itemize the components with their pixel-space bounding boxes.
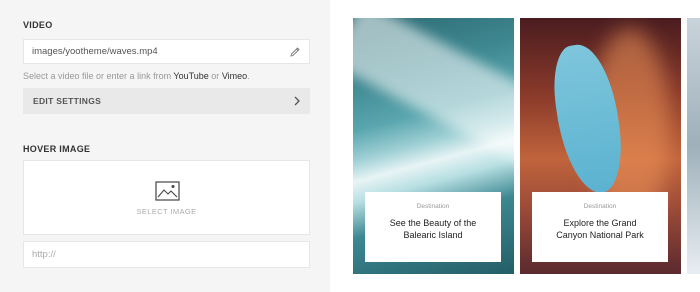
card-caption: Destination See the Beauty of the Balear… (365, 192, 501, 262)
card-canyon[interactable]: Destination Explore the Grand Canyon Nat… (520, 18, 681, 274)
card-title: Explore the Grand Canyon National Park (556, 218, 644, 240)
help-or: or (208, 71, 222, 81)
card-mountains-partial[interactable] (687, 18, 700, 274)
card-waves[interactable]: Destination See the Beauty of the Balear… (353, 18, 514, 274)
hover-image-url-input[interactable]: http:// (23, 241, 310, 268)
select-image-label: SELECT IMAGE (136, 207, 197, 216)
help-suffix: . (247, 71, 250, 81)
card-meta: Destination (583, 203, 617, 210)
preview-area: Destination See the Beauty of the Balear… (330, 0, 700, 292)
video-section-title: VIDEO (23, 20, 53, 30)
url-placeholder: http:// (32, 249, 56, 260)
image-icon (155, 181, 180, 201)
vimeo-link[interactable]: Vimeo (222, 71, 247, 81)
pencil-icon[interactable] (289, 46, 301, 58)
card-title: See the Beauty of the Balearic Island (389, 218, 477, 240)
video-help-text: Select a video file or enter a link from… (23, 71, 250, 81)
youtube-link[interactable]: YouTube (173, 71, 208, 81)
card-meta: Destination (416, 203, 450, 210)
settings-panel: VIDEO images/yootheme/waves.mp4 Select a… (0, 0, 330, 292)
edit-settings-label: EDIT SETTINGS (33, 96, 102, 106)
hover-image-dropzone[interactable]: SELECT IMAGE (23, 160, 310, 235)
hover-image-section-title: HOVER IMAGE (23, 144, 91, 154)
edit-settings-button[interactable]: EDIT SETTINGS (23, 88, 310, 114)
video-file-value: images/yootheme/waves.mp4 (32, 46, 158, 57)
video-file-input[interactable]: images/yootheme/waves.mp4 (23, 39, 310, 64)
card-caption: Destination Explore the Grand Canyon Nat… (532, 192, 668, 262)
chevron-right-icon (294, 96, 300, 106)
help-prefix: Select a video file or enter a link from (23, 71, 174, 81)
waves-image (353, 18, 514, 166)
